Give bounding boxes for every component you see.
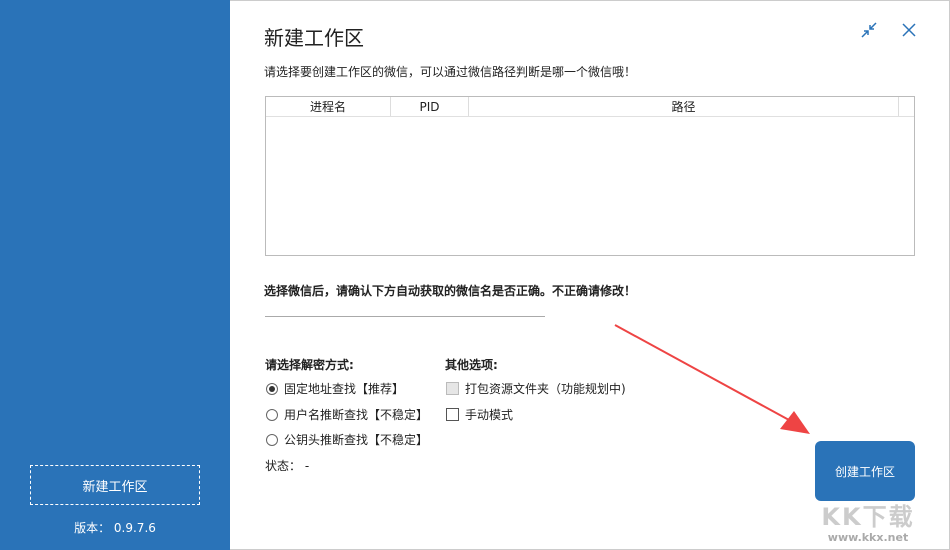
option-label: 打包资源文件夹（功能规划中): [465, 382, 626, 396]
option-label: 手动模式: [465, 408, 514, 422]
decrypt-method-title: 请选择解密方式:: [265, 358, 354, 372]
radio-username-infer[interactable]: 用户名推断查找【不稳定】: [266, 406, 428, 423]
radio-pubkey-infer[interactable]: 公钥头推断查找【不稳定】: [266, 431, 428, 448]
sidebar: 新建工作区 版本： 0.9.7.6: [0, 0, 230, 550]
page-title: 新建工作区: [264, 26, 364, 50]
version-label: 版本： 0.9.7.6: [74, 521, 156, 535]
column-path[interactable]: 路径: [469, 97, 899, 116]
watermark-logo: KK下载: [821, 503, 915, 531]
collapse-icon[interactable]: [860, 21, 878, 44]
table-header: 进程名 PID 路径: [266, 97, 914, 117]
wechat-process-table[interactable]: 进程名 PID 路径: [265, 96, 915, 256]
checkbox-disabled-icon: [446, 382, 459, 395]
radio-checked-icon[interactable]: [266, 382, 278, 395]
column-process-name[interactable]: 进程名: [266, 97, 391, 116]
status-text: 状态： -: [265, 459, 310, 473]
radio-icon[interactable]: [266, 408, 278, 421]
option-label: 固定地址查找【推荐】: [284, 382, 405, 396]
radio-fixed-address[interactable]: 固定地址查找【推荐】: [266, 380, 404, 397]
checkbox-pack-resources: 打包资源文件夹（功能规划中): [446, 380, 626, 397]
other-options-title: 其他选项:: [445, 358, 498, 372]
radio-icon[interactable]: [266, 433, 278, 446]
wechat-name-input[interactable]: [265, 301, 545, 317]
create-workspace-button[interactable]: 创建工作区: [815, 441, 915, 501]
column-pid[interactable]: PID: [391, 97, 469, 116]
checkbox-manual-mode[interactable]: 手动模式: [446, 406, 513, 423]
hint-text: 请选择要创建工作区的微信，可以通过微信路径判断是哪一个微信哦！: [264, 65, 637, 79]
option-label: 公钥头推断查找【不稳定】: [284, 433, 429, 447]
confirm-hint: 选择微信后，请确认下方自动获取的微信名是否正确。不正确请修改！: [264, 284, 637, 298]
arrow-annotation-icon: [614, 324, 810, 434]
new-workspace-button[interactable]: 新建工作区: [30, 465, 200, 505]
close-icon[interactable]: [900, 21, 918, 44]
checkbox-icon[interactable]: [446, 408, 459, 421]
watermark-url: www.kkx.net: [827, 531, 909, 544]
option-label: 用户名推断查找【不稳定】: [284, 408, 429, 422]
main-panel: 新建工作区 请选择要创建工作区的微信，可以通过微信路径判断是哪一个微信哦！ 进程…: [230, 0, 950, 550]
watermark: KK下载 www.kkx.net: [808, 503, 928, 545]
